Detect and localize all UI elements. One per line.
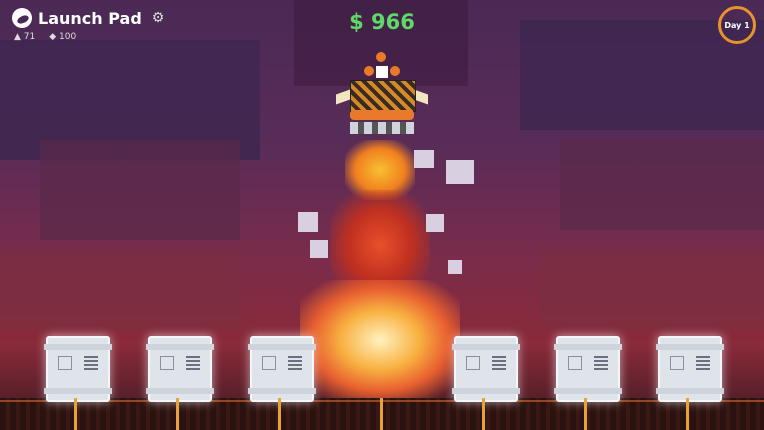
- smoke-puff: [448, 260, 462, 274]
- smoke-puff: [426, 214, 444, 232]
- money-counter: $ 966: [349, 10, 415, 34]
- pad-pole: [584, 398, 587, 430]
- pad-pole: [482, 398, 485, 430]
- rocket-cockpit: [376, 66, 388, 78]
- rocket-wing-right: [414, 89, 428, 105]
- sky-cloud: [40, 140, 240, 240]
- fuel-tank-building[interactable]: [146, 336, 214, 402]
- pad-pole: [176, 398, 179, 430]
- fuel-tank-building[interactable]: [554, 336, 622, 402]
- smoke-puff: [414, 150, 434, 168]
- sky-cloud: [0, 250, 240, 330]
- pad-pole: [380, 398, 383, 430]
- pad-pole: [686, 398, 689, 430]
- rocket-booster-row: [350, 110, 414, 120]
- rocket-top: [376, 52, 386, 62]
- rocket-body: [350, 80, 416, 112]
- smoke-puff: [298, 212, 318, 232]
- pad-pole: [74, 398, 77, 430]
- pad-pole: [278, 398, 281, 430]
- rocket-engines: [350, 122, 414, 134]
- fuel-tank-building[interactable]: [44, 336, 112, 402]
- rocket[interactable]: [336, 52, 428, 142]
- fuel-tank-building[interactable]: [656, 336, 724, 402]
- smoke-puff: [310, 240, 328, 258]
- rocket-wing-left: [336, 89, 350, 105]
- sky-cloud: [560, 140, 764, 230]
- smoke-puff: [446, 160, 474, 184]
- rocket-orb-left: [364, 66, 374, 76]
- exhaust-plume: [300, 280, 460, 400]
- day-indicator[interactable]: Day 1: [718, 6, 756, 44]
- fuel-tank-building[interactable]: [452, 336, 520, 402]
- sky-cloud: [540, 250, 764, 330]
- fuel-tank-building[interactable]: [248, 336, 316, 402]
- rocket-orb-right: [390, 66, 400, 76]
